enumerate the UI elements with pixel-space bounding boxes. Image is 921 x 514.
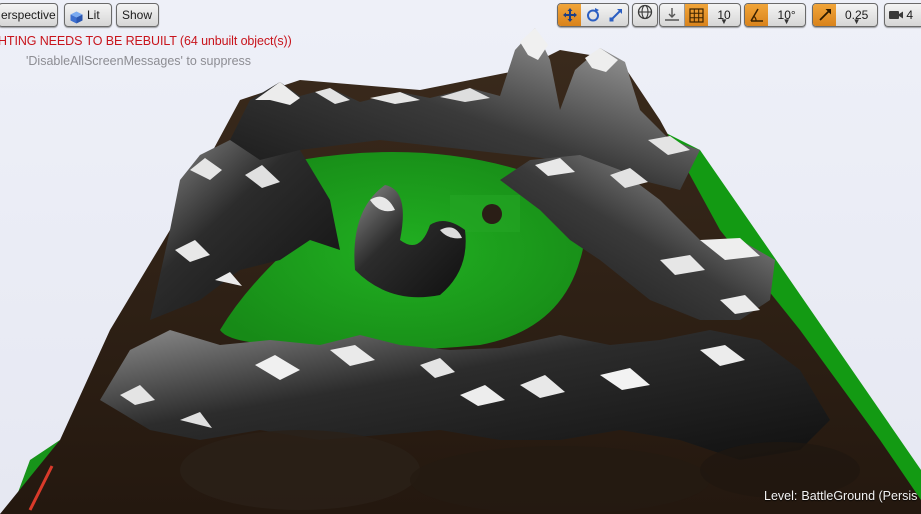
chevron-down-icon: ▼: [720, 17, 728, 26]
suppress-hint: 'DisableAllScreenMessages' to suppress: [26, 54, 252, 68]
lighting-rebuild-warning: HTING NEEDS TO BE REBUILT (64 unbuilt ob…: [0, 34, 292, 48]
level-viewport[interactable]: erspective Lit Show 10 ▼ 10° ▼ 0.25 ▼ 4 …: [0, 0, 921, 514]
camera-speed-value: 4: [906, 8, 914, 22]
surface-snap-icon[interactable]: [660, 4, 684, 26]
show-label: Show: [122, 8, 153, 22]
coordinate-space-button[interactable]: [632, 3, 658, 27]
lit-cube-icon: [70, 9, 83, 23]
scale-snap-group: 0.25 ▼: [812, 3, 878, 27]
show-button[interactable]: Show: [116, 3, 159, 27]
rotation-snap-dropdown[interactable]: 10° ▼: [768, 4, 805, 26]
globe-icon: [637, 4, 653, 27]
transform-tools-group: [557, 3, 629, 27]
rotate-icon[interactable]: [581, 4, 604, 26]
camera-speed-group: 4: [884, 3, 921, 27]
scale-snap-dropdown[interactable]: 0.25 ▼: [836, 4, 877, 26]
terrain-landscape: [0, 28, 921, 514]
lit-label: Lit: [87, 8, 100, 22]
angle-icon[interactable]: [745, 4, 769, 26]
level-readout: Level: BattleGround (Persis: [764, 489, 917, 503]
camera-speed-icon[interactable]: [885, 4, 906, 26]
scale-icon[interactable]: [605, 4, 628, 26]
level-label: Level:: [764, 489, 798, 503]
lit-button[interactable]: Lit: [64, 3, 112, 27]
snap-group: 10 ▼: [659, 3, 741, 27]
translate-icon[interactable]: [558, 4, 582, 26]
grid-icon[interactable]: [684, 4, 708, 26]
level-name: BattleGround (Persis: [801, 489, 918, 503]
perspective-button[interactable]: erspective: [0, 3, 58, 27]
chevron-down-icon: ▼: [852, 17, 861, 26]
scale-snap-icon[interactable]: [813, 4, 837, 26]
grid-snap-dropdown[interactable]: 10 ▼: [708, 4, 740, 26]
perspective-label: erspective: [1, 8, 56, 22]
chevron-down-icon: ▼: [782, 17, 791, 26]
camera-speed-dropdown[interactable]: 4: [906, 4, 921, 26]
rotation-snap-group: 10° ▼: [744, 3, 806, 27]
